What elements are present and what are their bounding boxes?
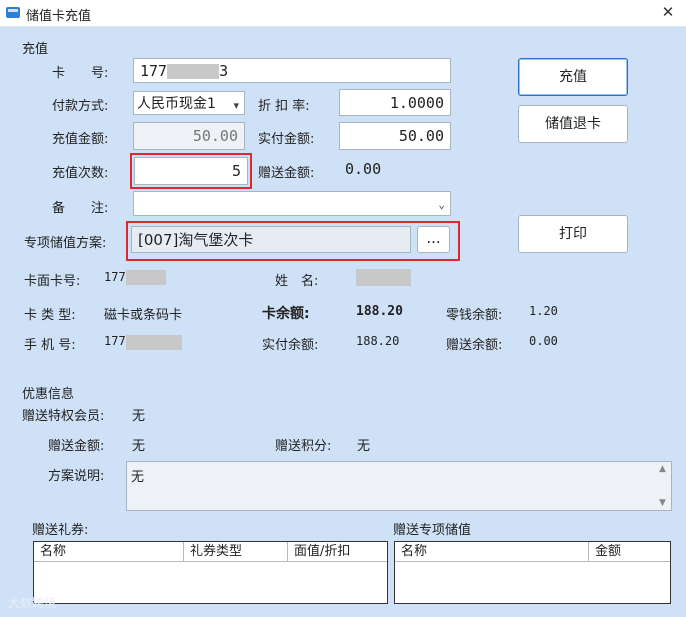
chevron-down-icon: ▾ bbox=[233, 99, 239, 112]
change-balance-value: 1.20 bbox=[529, 304, 558, 318]
plan-label: 专项储值方案: bbox=[24, 236, 107, 251]
card-no-mask bbox=[167, 64, 220, 79]
card-app-icon bbox=[6, 7, 20, 18]
actual-pay-input[interactable]: 50.00 bbox=[339, 122, 451, 150]
plan-desc-scrollbar[interactable]: ▲ ▼ bbox=[655, 462, 671, 510]
face-no-label: 卡面卡号: bbox=[24, 274, 81, 289]
gift-balance-label: 赠送余额: bbox=[446, 338, 503, 353]
gift-balance-value: 0.00 bbox=[529, 334, 558, 348]
recharge-amount-label: 充值金额: bbox=[52, 132, 109, 147]
chevron-down-icon: ⌄ bbox=[438, 198, 445, 211]
payment-value: 人民币现金1 bbox=[137, 96, 216, 112]
card-type-value: 磁卡或条码卡 bbox=[104, 308, 183, 323]
balance-label: 卡余额: bbox=[262, 306, 310, 322]
face-no-mask bbox=[126, 270, 166, 285]
card-no-input[interactable]: 177 3 bbox=[133, 58, 451, 83]
card-no-suffix: 3 bbox=[219, 62, 229, 80]
plan-desc-value: 无 bbox=[131, 470, 145, 485]
refund-button[interactable]: 储值退卡 bbox=[518, 105, 628, 143]
print-button[interactable]: 打印 bbox=[518, 215, 628, 253]
coupons-header: 名称 礼券类型 面值/折扣 bbox=[34, 542, 387, 562]
scroll-down-icon[interactable]: ▼ bbox=[659, 498, 666, 508]
recharge-button[interactable]: 充值 bbox=[518, 58, 628, 96]
payment-label: 付款方式: bbox=[52, 99, 109, 114]
promo-gift-amount-value: 无 bbox=[132, 439, 146, 454]
coupons-col-value[interactable]: 面值/折扣 bbox=[288, 542, 387, 562]
gift-points-label: 赠送积分: bbox=[275, 439, 332, 454]
coupons-col-type[interactable]: 礼券类型 bbox=[184, 542, 288, 562]
payment-select[interactable]: 人民币现金1 ▾ bbox=[133, 91, 245, 115]
window-title: 储值卡充值 bbox=[26, 9, 92, 24]
coupons-title: 赠送礼券: bbox=[32, 523, 89, 538]
special-grid[interactable]: 名称 金额 bbox=[394, 541, 671, 604]
name-label: 姓 名: bbox=[275, 274, 319, 289]
plan-input[interactable]: [007]淘气堡次卡 bbox=[131, 226, 411, 253]
section-recharge-title: 充值 bbox=[22, 42, 49, 57]
card-no-label: 卡 号: bbox=[52, 66, 109, 81]
recharge-amount-input[interactable]: 50.00 bbox=[133, 122, 245, 150]
card-no-prefix: 177 bbox=[140, 62, 168, 80]
title-bar: 储值卡充值 ✕ bbox=[0, 0, 686, 27]
actual-balance-value: 188.20 bbox=[356, 334, 400, 348]
special-col-amount[interactable]: 金额 bbox=[589, 542, 670, 562]
vip-value: 无 bbox=[132, 409, 146, 424]
remark-select[interactable]: ⌄ bbox=[133, 191, 451, 216]
discount-rate-input[interactable]: 1.0000 bbox=[339, 89, 451, 116]
phone-prefix: 177 bbox=[104, 334, 126, 348]
special-title: 赠送专项储值 bbox=[393, 523, 472, 538]
promo-gift-amount-label: 赠送金额: bbox=[48, 439, 105, 454]
name-mask bbox=[356, 269, 411, 286]
coupons-col-name[interactable]: 名称 bbox=[34, 542, 184, 562]
remark-label: 备 注: bbox=[52, 201, 109, 216]
actual-balance-label: 实付余额: bbox=[262, 338, 319, 353]
watermark: 大数跨境 bbox=[8, 596, 57, 610]
gift-points-value: 无 bbox=[357, 439, 371, 454]
gift-amount-value: 0.00 bbox=[345, 160, 382, 178]
change-balance-label: 零钱余额: bbox=[446, 308, 503, 323]
special-header: 名称 金额 bbox=[395, 542, 670, 562]
actual-pay-label: 实付金额: bbox=[258, 132, 315, 147]
phone-label: 手 机 号: bbox=[24, 338, 76, 353]
phone-mask bbox=[126, 335, 182, 350]
gift-amount-label: 赠送金额: bbox=[258, 166, 315, 181]
recharge-times-input[interactable]: 5 bbox=[134, 157, 248, 185]
vip-label: 赠送特权会员: bbox=[22, 409, 105, 424]
plan-desc-area[interactable]: 无 ▲ ▼ bbox=[126, 461, 672, 511]
section-discount-title: 优惠信息 bbox=[22, 387, 75, 402]
coupons-grid[interactable]: 名称 礼券类型 面值/折扣 bbox=[33, 541, 388, 604]
plan-desc-label: 方案说明: bbox=[48, 469, 105, 484]
balance-value: 188.20 bbox=[356, 304, 403, 319]
card-type-label: 卡 类 型: bbox=[24, 308, 76, 323]
special-col-name[interactable]: 名称 bbox=[395, 542, 589, 562]
face-no-prefix: 177 bbox=[104, 270, 126, 284]
close-icon[interactable]: ✕ bbox=[658, 2, 678, 22]
recharge-times-label: 充值次数: bbox=[52, 166, 109, 181]
discount-rate-label: 折 扣 率: bbox=[258, 99, 310, 114]
scroll-up-icon[interactable]: ▲ bbox=[659, 464, 666, 474]
plan-browse-button[interactable]: ... bbox=[417, 226, 450, 253]
